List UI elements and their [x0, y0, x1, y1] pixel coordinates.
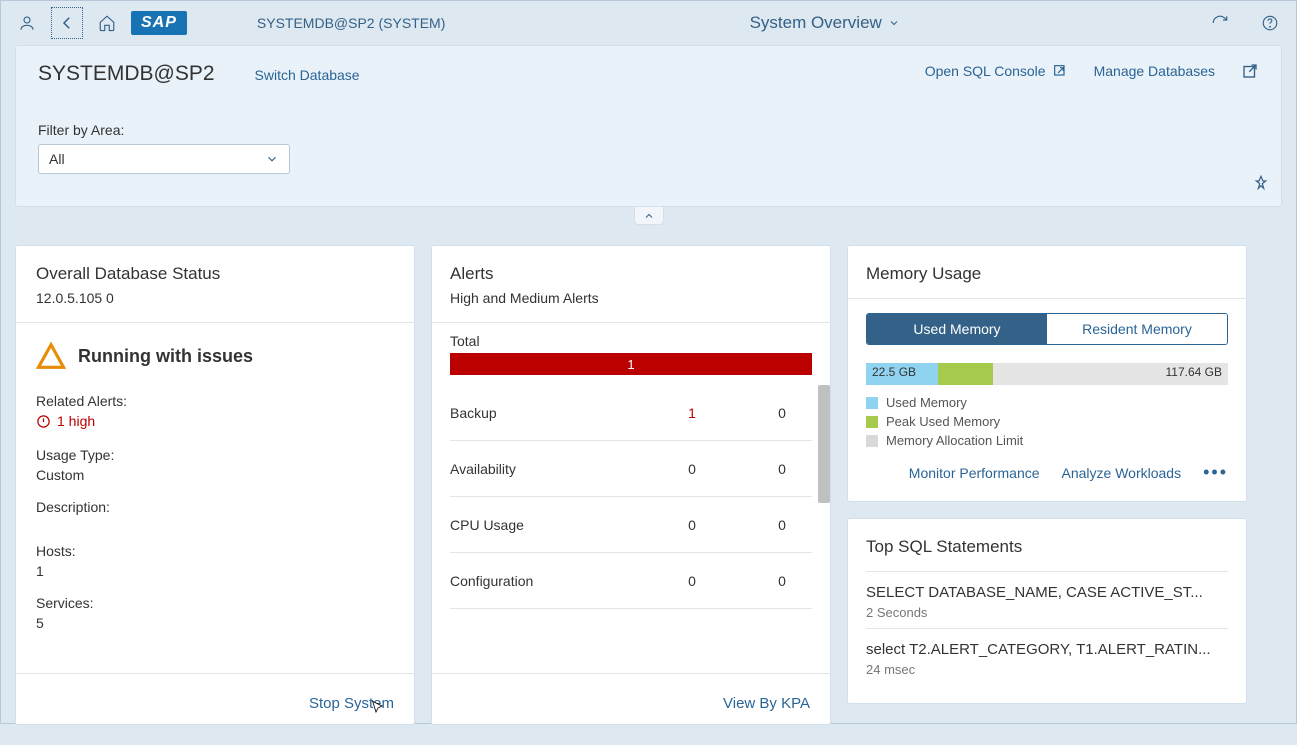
sql-statement: select T2.ALERT_CATEGORY, T1.ALERT_RATIN… [866, 641, 1228, 658]
more-options-icon[interactable]: ••• [1203, 462, 1228, 483]
alert-high-count: 0 [632, 517, 752, 533]
tab-resident-memory[interactable]: Resident Memory [1047, 314, 1227, 344]
alert-name: Availability [450, 461, 632, 477]
related-alerts-label: Related Alerts: [36, 393, 394, 409]
back-icon[interactable] [51, 7, 83, 39]
alert-name: Configuration [450, 573, 632, 589]
hosts-label: Hosts: [36, 543, 394, 559]
memory-tabs: Used Memory Resident Memory [866, 313, 1228, 345]
alert-med-count: 0 [752, 573, 812, 589]
refresh-icon[interactable] [1204, 7, 1236, 39]
open-sql-console-link[interactable]: Open SQL Console [925, 63, 1068, 79]
switch-database-link[interactable]: Switch Database [255, 67, 360, 83]
services-label: Services: [36, 595, 394, 611]
legend-swatch-limit [866, 435, 878, 447]
database-title: SYSTEMDB@SP2 [38, 62, 215, 86]
chevron-down-icon [265, 152, 279, 166]
pin-icon[interactable] [1253, 175, 1269, 196]
sql-row[interactable]: SELECT DATABASE_NAME, CASE ACTIVE_ST... … [866, 571, 1228, 628]
alert-high-count: 0 [632, 461, 752, 477]
legend-swatch-used [866, 397, 878, 409]
used-memory-value: 22.5 GB [872, 365, 916, 379]
usage-type-value: Custom [36, 467, 394, 483]
collapse-header-tab[interactable] [634, 207, 664, 225]
alerts-card: Alerts High and Medium Alerts Total 1 Ba… [431, 245, 831, 725]
view-by-kpa-link[interactable]: View By KPA [723, 695, 810, 712]
alert-med-count: 0 [752, 405, 812, 421]
home-icon[interactable] [91, 7, 123, 39]
alert-row[interactable]: Backup 1 0 [450, 385, 812, 441]
memory-legend: Used Memory Peak Used Memory Memory Allo… [866, 395, 1228, 448]
header-panel: SYSTEMDB@SP2 Switch Database Open SQL Co… [15, 45, 1282, 207]
sql-statement: SELECT DATABASE_NAME, CASE ACTIVE_ST... [866, 584, 1228, 601]
alerts-total-bar[interactable]: 1 [450, 353, 812, 375]
services-value: 5 [36, 615, 394, 631]
chevron-down-icon [888, 17, 900, 29]
alert-med-count: 0 [752, 461, 812, 477]
alert-name: CPU Usage [450, 517, 632, 533]
sql-card-title: Top SQL Statements [866, 537, 1228, 557]
tab-used-memory[interactable]: Used Memory [867, 314, 1047, 344]
hosts-value: 1 [36, 563, 394, 579]
alert-row[interactable]: Availability 0 0 [450, 441, 812, 497]
connection-text[interactable]: SYSTEMDB@SP2 (SYSTEM) [257, 15, 445, 31]
filter-value: All [49, 151, 65, 167]
high-alert-link[interactable]: 1 high [36, 413, 394, 429]
sql-time: 24 msec [866, 662, 1228, 677]
overall-status-card: Overall Database Status 12.0.5.105 0 Run… [15, 245, 415, 725]
page-title-label: System Overview [750, 13, 882, 33]
alert-high-count: 1 [632, 405, 752, 421]
analyze-workloads-link[interactable]: Analyze Workloads [1062, 465, 1182, 481]
status-text: Running with issues [78, 346, 253, 367]
chevron-up-icon [643, 210, 655, 222]
alerts-card-subtitle: High and Medium Alerts [450, 290, 812, 306]
cursor-icon [370, 700, 386, 716]
alerts-table: Backup 1 0Availability 0 0CPU Usage 0 0C… [450, 385, 812, 609]
memory-card-title: Memory Usage [866, 264, 1228, 284]
legend-swatch-peak [866, 416, 878, 428]
alert-circle-icon [36, 414, 51, 429]
memory-limit-value: 117.64 GB [1166, 365, 1222, 379]
sql-time: 2 Seconds [866, 605, 1228, 620]
sap-logo: SAP [131, 11, 187, 35]
memory-bar: 22.5 GB 117.64 GB [866, 363, 1228, 385]
monitor-performance-link[interactable]: Monitor Performance [909, 465, 1040, 481]
alert-high-count: 0 [632, 573, 752, 589]
external-link-icon [1052, 63, 1068, 79]
usage-type-label: Usage Type: [36, 447, 394, 463]
help-icon[interactable] [1254, 7, 1286, 39]
cards-container: Overall Database Status 12.0.5.105 0 Run… [1, 225, 1296, 745]
alerts-total-label: Total [450, 333, 812, 349]
scrollbar-thumb[interactable] [818, 385, 830, 503]
filter-area-select[interactable]: All [38, 144, 290, 174]
status-card-version: 12.0.5.105 0 [36, 290, 394, 306]
filter-label: Filter by Area: [38, 122, 1259, 138]
share-icon[interactable] [1241, 62, 1259, 80]
top-bar: SAP SYSTEMDB@SP2 (SYSTEM) System Overvie… [1, 1, 1296, 45]
manage-databases-link[interactable]: Manage Databases [1094, 63, 1215, 79]
alert-row[interactable]: CPU Usage 0 0 [450, 497, 812, 553]
memory-usage-card: Memory Usage Used Memory Resident Memory… [847, 245, 1247, 502]
alert-med-count: 0 [752, 517, 812, 533]
warning-icon [36, 341, 66, 371]
user-icon[interactable] [11, 7, 43, 39]
alert-row[interactable]: Configuration 0 0 [450, 553, 812, 609]
alerts-card-title: Alerts [450, 264, 812, 284]
alert-name: Backup [450, 405, 632, 421]
status-card-title: Overall Database Status [36, 264, 394, 284]
sql-row[interactable]: select T2.ALERT_CATEGORY, T1.ALERT_RATIN… [866, 628, 1228, 685]
page-title-dropdown[interactable]: System Overview [750, 13, 900, 33]
top-sql-card: Top SQL Statements SELECT DATABASE_NAME,… [847, 518, 1247, 704]
description-label: Description: [36, 499, 394, 515]
